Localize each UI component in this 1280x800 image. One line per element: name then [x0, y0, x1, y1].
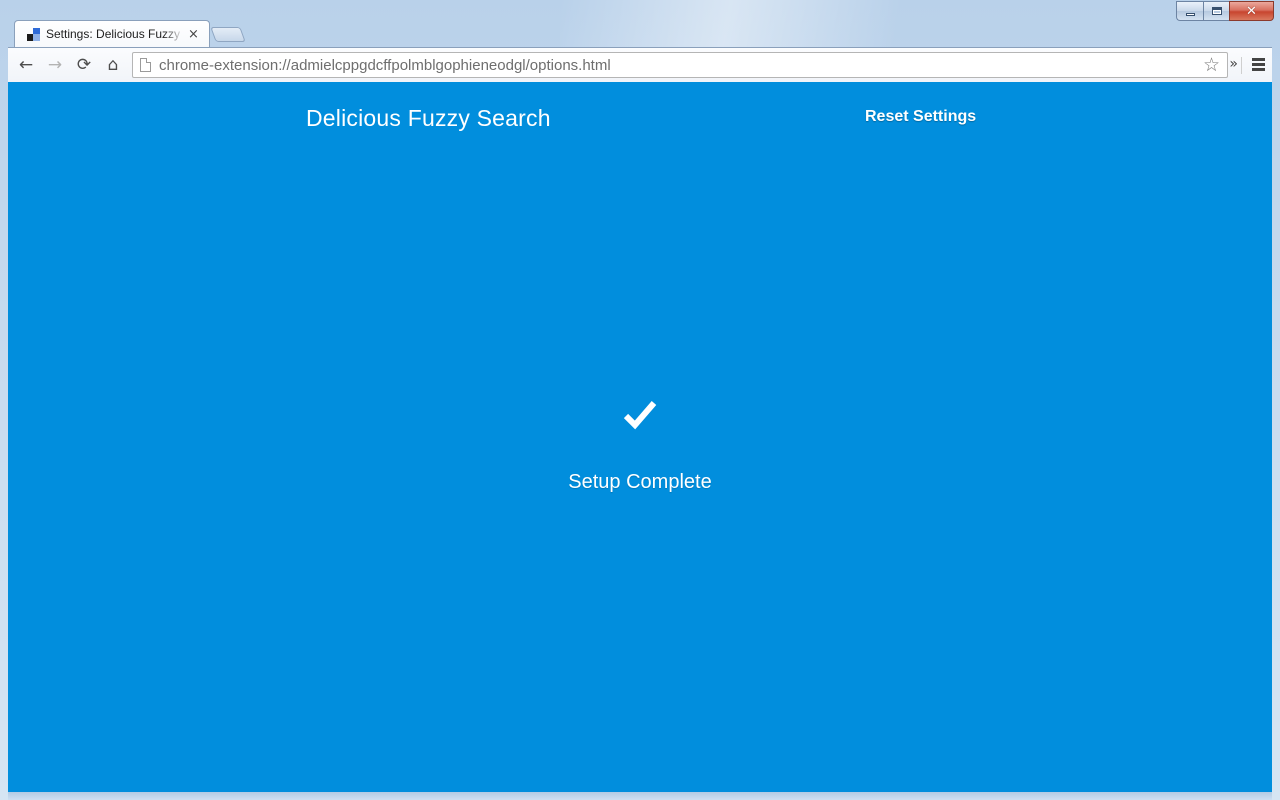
- home-button[interactable]: ⌂: [100, 53, 126, 77]
- forward-button[interactable]: →: [42, 53, 68, 77]
- chrome-menu-icon[interactable]: [1252, 58, 1265, 71]
- minimize-icon: [1185, 12, 1195, 16]
- page-content: Delicious Fuzzy Search Reset Settings Se…: [8, 82, 1272, 792]
- maximize-button[interactable]: [1203, 1, 1229, 21]
- window-controls: ✕: [1176, 1, 1274, 21]
- setup-complete-text: Setup Complete: [568, 471, 712, 493]
- back-arrow-icon: ←: [18, 55, 34, 75]
- url-text[interactable]: chrome-extension://admielcppgdcffpolmblg…: [159, 57, 1203, 74]
- reset-settings-link[interactable]: Reset Settings: [865, 108, 976, 126]
- page-icon: [140, 58, 151, 72]
- tab-title: Settings: Delicious Fuzzy S: [46, 27, 184, 41]
- new-tab-button[interactable]: [210, 27, 246, 42]
- reload-icon: ⟳: [76, 55, 92, 75]
- reload-button[interactable]: ⟳: [71, 53, 97, 77]
- extensions-overflow-icon[interactable]: »: [1229, 56, 1238, 72]
- delicious-favicon-icon: [27, 27, 40, 41]
- home-icon: ⌂: [107, 55, 119, 75]
- tab-close-icon[interactable]: ×: [188, 27, 199, 42]
- close-icon: ✕: [1246, 3, 1257, 19]
- window-bottom-border: [8, 792, 1272, 800]
- forward-arrow-icon: →: [47, 55, 63, 75]
- page-title: Delicious Fuzzy Search: [306, 105, 551, 131]
- tab-settings[interactable]: Settings: Delicious Fuzzy S ×: [14, 20, 210, 47]
- browser-window-frame: ✕ Settings: Delicious Fuzzy S × ← → ⟳ ⌂ …: [0, 0, 1280, 800]
- setup-status: Setup Complete: [8, 398, 1272, 494]
- address-bar[interactable]: chrome-extension://admielcppgdcffpolmblg…: [132, 52, 1228, 78]
- back-button[interactable]: ←: [13, 53, 39, 77]
- title-bar-gloss: [560, 0, 980, 48]
- checkmark-icon: [623, 401, 657, 430]
- browser-toolbar: ← → ⟳ ⌂ chrome-extension://admielcppgdcf…: [8, 47, 1272, 82]
- toolbar-divider: [1241, 57, 1242, 74]
- close-window-button[interactable]: ✕: [1229, 1, 1274, 21]
- maximize-icon: [1211, 7, 1222, 15]
- minimize-button[interactable]: [1176, 1, 1203, 21]
- bookmark-star-icon[interactable]: ☆: [1203, 54, 1220, 76]
